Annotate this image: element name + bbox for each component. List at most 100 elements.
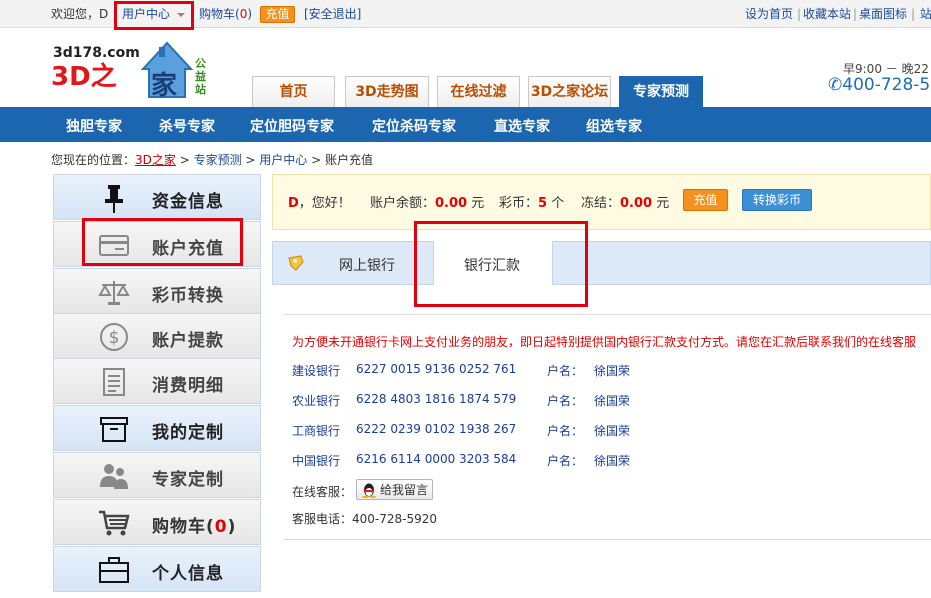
highlight-box-user-center [114, 1, 194, 30]
coin-bag-icon [288, 255, 304, 271]
leave-message-button[interactable]: 给我留言 [356, 479, 433, 500]
tab-filter[interactable]: 在线过滤 [437, 76, 520, 107]
account-greeting: D，您好！ [288, 192, 351, 211]
bank-account-number: 6222 0239 0102 1938 267 [356, 422, 517, 436]
balance-unit: 元 [471, 196, 485, 211]
highlight-box-recharge [82, 218, 243, 266]
remittance-content: 为方便未开通银行卡网上支付业务的朋友，即日起特别提供国内银行汇款支付方式。请您在… [283, 314, 931, 540]
holder-label: 户名： [547, 394, 584, 408]
remittance-notice: 为方便未开通银行卡网上支付业务的朋友，即日起特别提供国内银行汇款支付方式。请您在… [292, 335, 917, 349]
logo-domain: 3d178.com [53, 45, 140, 61]
svg-text:$: $ [109, 328, 120, 348]
account-summary: D，您好！ 账户余额：0.00 元 彩币：5 个 冻结：0.00 元 充值 转换… [272, 174, 931, 230]
cart-link[interactable]: 购物车(0) [199, 7, 252, 21]
recharge-button[interactable]: 充值 [683, 189, 728, 211]
holder-name: 徐国荣 [594, 364, 631, 378]
sidebar-label: 消费明细 [152, 376, 224, 396]
holder-name: 徐国荣 [594, 394, 631, 408]
balance-info: 账户余额：0.00 元 [370, 192, 484, 211]
service-phone-number: 400-728-5920 [352, 512, 438, 526]
breadcrumb: 您现在的位置：3D之家 > 专家预测 > 用户中心 > 账户充值 [51, 151, 373, 168]
bank-name: 建设银行 [292, 364, 341, 378]
breadcrumb-current: 账户充值 [325, 153, 374, 167]
leave-message-label: 给我留言 [380, 483, 429, 497]
bank-account-number: 6216 6114 0000 3203 584 [356, 452, 517, 466]
bank-name: 农业银行 [292, 394, 341, 408]
sidebar-head-funds: 资金信息 [53, 174, 261, 220]
nav-item-pos-single[interactable]: 定位胆码专家 [250, 116, 334, 136]
sidebar-cart-label: 购物车 [152, 517, 206, 537]
payment-tabs: 网上银行 银行汇款 [272, 241, 931, 285]
sidebar-item-coin-convert[interactable]: 彩币转换 [53, 268, 261, 314]
recharge-top-button[interactable]: 充值 [260, 6, 295, 23]
users-icon [100, 464, 128, 489]
sidebar-item-withdraw[interactable]: $ 账户提款 [53, 313, 261, 359]
account-user: D [288, 196, 299, 211]
dollar-icon: $ [100, 323, 128, 351]
cart-icon [99, 510, 130, 536]
holder-label: 户名： [547, 364, 584, 378]
scale-icon [98, 281, 130, 305]
tab-home[interactable]: 首页 [252, 76, 335, 107]
sidebar-item-expert-custom[interactable]: 专家定制 [53, 452, 261, 498]
nav-item-group[interactable]: 组选专家 [586, 116, 642, 136]
greeting-text: 欢迎您，D [51, 7, 109, 21]
service-phone: 客服电话：400-728-5920 [292, 510, 437, 527]
set-home-link[interactable]: 设为首页 [745, 7, 793, 21]
bookmark-link[interactable]: 收藏本站 [803, 7, 851, 21]
logout-link[interactable]: [安全退出] [304, 7, 361, 21]
holder-label: 户名： [547, 454, 584, 468]
separator: | [797, 7, 802, 21]
bank-account-number: 6227 0015 9136 0252 761 [356, 362, 517, 376]
header-phone-number: 400-728-59 [842, 75, 931, 95]
tab-expert[interactable]: 专家预测 [619, 76, 703, 107]
bank-name: 中国银行 [292, 454, 341, 468]
coin-info: 彩币：5 个 [499, 192, 564, 211]
sidebar-label: 彩币转换 [152, 286, 224, 306]
breadcrumb-separator: > [175, 153, 194, 167]
sidebar-head-custom: 我的定制 [53, 405, 261, 451]
nav-item-pos-kill[interactable]: 定位杀码专家 [372, 116, 456, 136]
sidebar-head-personal: 个人信息 [53, 546, 261, 592]
sidebar-label: 我的定制 [152, 423, 224, 443]
nav-item-single[interactable]: 独胆专家 [66, 116, 122, 136]
box-icon [100, 417, 128, 442]
breadcrumb-home[interactable]: 3D之家 [135, 153, 176, 167]
tab-online-banking[interactable]: 网上银行 [273, 242, 433, 284]
sidebar-label: 账户提款 [152, 331, 224, 351]
sidebar-cart-count: 0 [214, 517, 228, 537]
separator: | [853, 7, 858, 21]
online-cs-label: 在线客服： [292, 485, 353, 499]
nav-item-kill[interactable]: 杀号专家 [159, 116, 215, 136]
logo-house-char: 家 [151, 71, 178, 101]
coin-label: 彩币： [499, 196, 539, 211]
desktop-icon-link[interactable]: 桌面图标 [859, 7, 907, 21]
breadcrumb-separator: > [241, 153, 260, 167]
tab-trend[interactable]: 3D走势图 [345, 76, 429, 107]
house-logo-icon: 家 [139, 39, 195, 101]
sidebar-label: 专家定制 [152, 470, 224, 490]
balance-value: 0.00 [435, 196, 468, 211]
briefcase-icon [99, 557, 129, 583]
station-link[interactable]: 站 [920, 7, 931, 21]
nav-item-direct[interactable]: 直选专家 [494, 116, 550, 136]
holder-label: 户名： [547, 424, 584, 438]
logo-badge: 公益站 [195, 57, 206, 96]
breadcrumb-expert[interactable]: 专家预测 [194, 153, 242, 167]
account-hello: ，您好！ [298, 196, 351, 211]
cart-link-label: 购物车( [199, 7, 240, 21]
convert-coin-button[interactable]: 转换彩币 [742, 189, 812, 211]
coin-unit: 个 [551, 196, 565, 211]
breadcrumb-prefix: 您现在的位置： [51, 153, 136, 167]
expert-nav-bar: 独胆专家 杀号专家 定位胆码专家 定位杀码专家 直选专家 组选专家 [0, 107, 931, 142]
sidebar-label: 购物车(0) [152, 517, 237, 537]
service-phone-label: 客服电话： [292, 512, 353, 526]
sidebar-item-statement[interactable]: 消费明细 [53, 358, 261, 404]
qq-penguin-icon [362, 483, 376, 498]
tab-forum[interactable]: 3D之家论坛 [528, 76, 611, 107]
cart-link-close: ) [247, 7, 253, 21]
pushpin-icon [105, 185, 123, 213]
logo-text: 3D之 [51, 62, 117, 92]
sidebar-item-cart[interactable]: 购物车(0) [53, 499, 261, 545]
breadcrumb-user-center[interactable]: 用户中心 [259, 153, 307, 167]
